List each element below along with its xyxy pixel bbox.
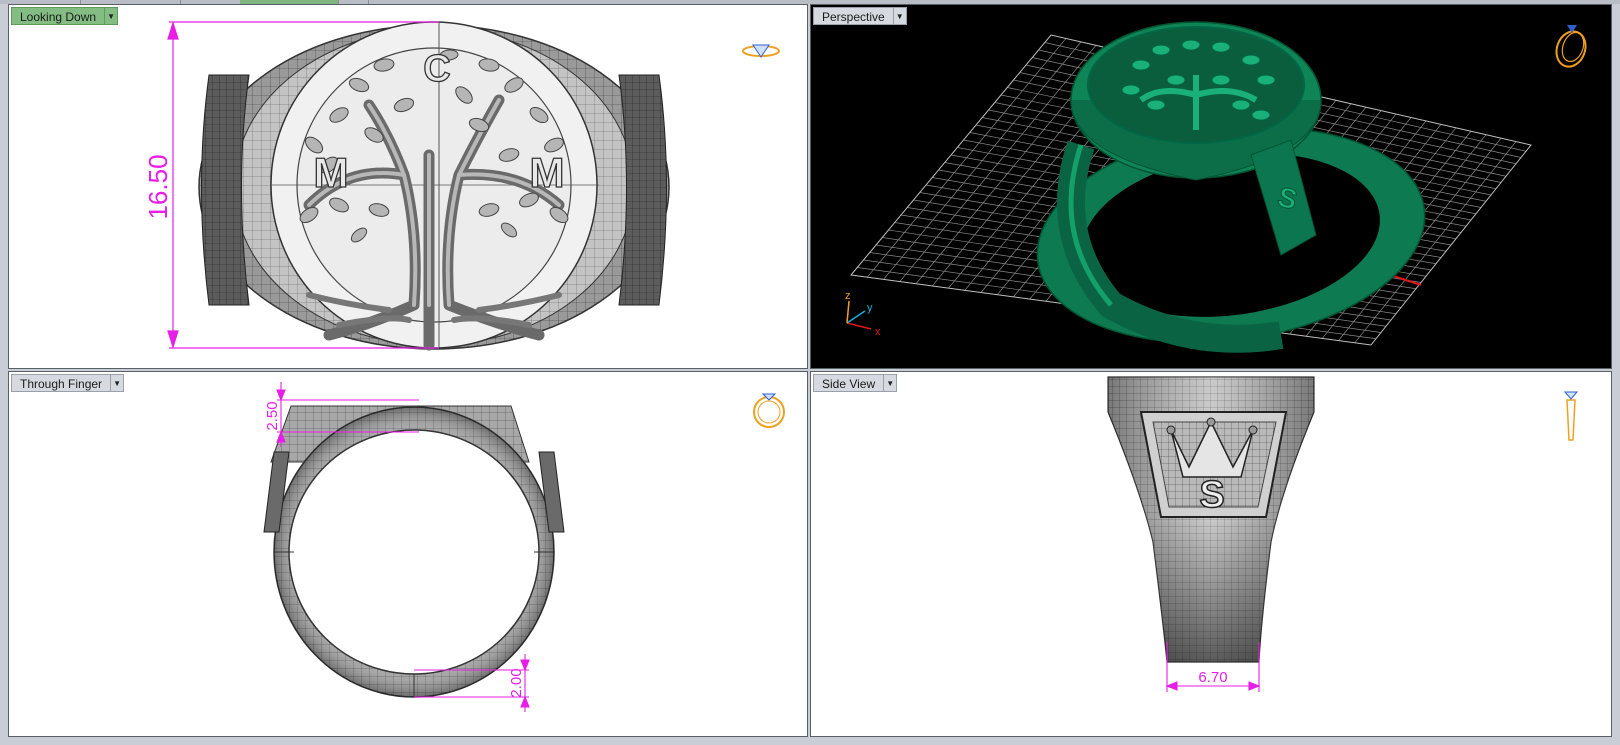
engraved-letter-top: C [423,48,450,90]
dropdown-arrow-icon[interactable]: ▼ [104,7,119,25]
viewport-through-finger[interactable]: Through Finger ▼ 2.50 2.00 [8,371,808,737]
view-gizmo-ring-icon[interactable] [1552,25,1591,71]
ring-perspective-drawing: S x y z [845,21,1591,353]
viewport-label[interactable]: Through Finger ▼ [11,374,125,392]
engraved-letter-left: M [314,149,349,196]
viewport-title: Looking Down [11,7,105,25]
axis-y-label: y [867,302,873,314]
dropdown-arrow-icon[interactable]: ▼ [892,7,907,25]
viewport-title: Side View [813,374,884,392]
viewport-label[interactable]: Side View ▼ [813,374,898,392]
ring-top-drawing: C M M 16.50 [143,20,780,351]
axis-x-label: x [875,326,881,338]
viewport-looking-down[interactable]: Looking Down ▼ C M M 16.50 [8,4,808,369]
dimension-top-thickness: 2.50 [264,401,281,430]
dropdown-arrow-icon[interactable]: ▼ [883,374,898,392]
viewport-label[interactable]: Looking Down ▼ [11,7,119,25]
viewport-title: Perspective [813,7,893,25]
engraved-letter-side: S [1199,474,1224,516]
viewport-title: Through Finger [11,374,111,392]
view-gizmo-ring-icon[interactable] [742,44,780,58]
viewport-side-view[interactable]: Side View ▼ S 6.70 [810,371,1612,737]
view-gizmo-ring-icon[interactable] [753,393,785,428]
engraved-letter-right: M [530,149,565,196]
view-gizmo-ring-icon[interactable] [1563,391,1579,441]
axis-z-label: z [845,290,851,302]
dimension-shank-width: 6.70 [1198,669,1227,686]
axis-gizmo-icon: x y z [845,290,881,338]
ring-side-drawing: S 6.70 [1107,376,1579,692]
dropdown-arrow-icon[interactable]: ▼ [110,374,125,392]
ring-front-drawing: 2.50 2.00 [263,382,785,712]
viewport-label[interactable]: Perspective ▼ [813,7,907,25]
viewport-perspective[interactable]: Perspective ▼ S x y z [810,4,1612,369]
dimension-height: 16.50 [143,154,173,219]
dimension-bottom-thickness: 2.00 [508,668,525,697]
